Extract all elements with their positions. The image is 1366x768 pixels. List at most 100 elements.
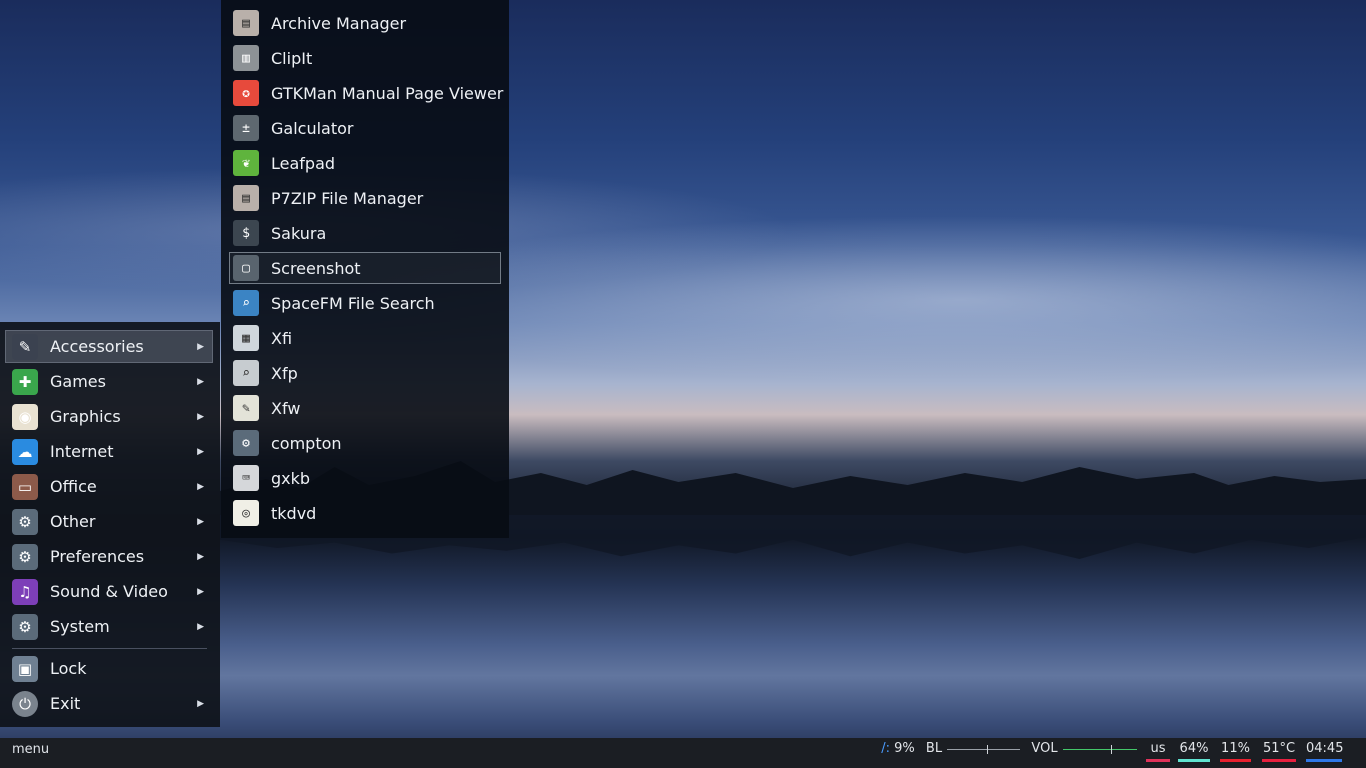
leaf-icon: ❦ [233, 150, 259, 176]
submenu-arrow-icon: ▶ [197, 586, 204, 597]
submenu-item-tkdvd[interactable]: ◎ tkdvd [229, 497, 501, 529]
palette-icon: ◉ [12, 403, 38, 430]
submenu-arrow-icon: ▶ [197, 411, 204, 422]
archive-icon: ▤ [233, 10, 259, 36]
submenu-item-label: Xfp [271, 363, 298, 383]
submenu-item-archive-manager[interactable]: ▤ Archive Manager [229, 7, 501, 39]
submenu-item-gxkb[interactable]: ⌨ gxkb [229, 462, 501, 494]
accessories-submenu: ▤ Archive Manager ▥ ClipIt ✪ GTKMan Manual Pa… [221, 0, 509, 538]
menu-item-internet[interactable]: ☁ Internet ▶ [5, 435, 213, 468]
temperature-underline [1262, 759, 1296, 762]
magnifier-icon: ⌕ [233, 290, 259, 316]
gear-icon: ⚙ [12, 613, 38, 640]
submenu-item-xfp[interactable]: ⌕ Xfp [229, 357, 501, 389]
submenu-arrow-icon: ▶ [197, 516, 204, 527]
power-icon: ⏻ [12, 690, 38, 717]
lock-screen-icon: ▣ [12, 655, 38, 682]
search-folder-icon: ⌕ [233, 360, 259, 386]
menu-item-exit[interactable]: ⏻ Exit ▶ [5, 687, 213, 720]
menu-item-label: System [50, 617, 110, 636]
archive-icon: ▤ [233, 185, 259, 211]
submenu-item-screenshot[interactable]: ▢ Screenshot [229, 252, 501, 284]
battery-indicator[interactable]: 64% [1178, 738, 1210, 768]
volume-slider-knob[interactable] [1111, 745, 1113, 754]
taskbar: menu /: 9% BL VOL us 64% 11% 51°C 04:45 [0, 738, 1366, 768]
music-icon: ♫ [12, 578, 38, 605]
submenu-item-label: Screenshot [271, 258, 361, 278]
submenu-item-label: GTKMan Manual Page Viewer [271, 83, 504, 103]
briefcase-icon: ▭ [12, 473, 38, 500]
submenu-item-leafpad[interactable]: ❦ Leafpad [229, 147, 501, 179]
submenu-item-clipit[interactable]: ▥ ClipIt [229, 42, 501, 74]
accessories-icon: ✎ [12, 333, 38, 360]
menu-item-label: Games [50, 372, 106, 391]
submenu-item-label: SpaceFM File Search [271, 293, 435, 313]
submenu-arrow-icon: ▶ [197, 481, 204, 492]
menu-item-system[interactable]: ⚙ System ▶ [5, 610, 213, 643]
menu-item-lock[interactable]: ▣ Lock [5, 652, 213, 685]
menu-button[interactable]: menu [12, 738, 49, 768]
submenu-item-xfw[interactable]: ✎ Xfw [229, 392, 501, 424]
submenu-item-label: gxkb [271, 468, 311, 488]
menu-item-label: Preferences [50, 547, 145, 566]
submenu-item-spacefm-file-search[interactable]: ⌕ SpaceFM File Search [229, 287, 501, 319]
menu-item-label: Office [50, 477, 97, 496]
gear-icon: ⚙ [12, 508, 38, 535]
keyboard-layout[interactable]: us [1146, 738, 1170, 768]
menu-separator [12, 648, 207, 649]
submenu-item-compton[interactable]: ⚙ compton [229, 427, 501, 459]
submenu-item-sakura[interactable]: $ Sakura [229, 217, 501, 249]
document-edit-icon: ✎ [233, 395, 259, 421]
disk-usage-value: 9% [894, 741, 915, 756]
submenu-item-label: Archive Manager [271, 13, 407, 33]
submenu-item-label: compton [271, 433, 342, 453]
submenu-item-label: Galculator [271, 118, 354, 138]
menu-item-label: Other [50, 512, 96, 531]
lifebuoy-icon: ✪ [233, 80, 259, 106]
temperature-label: 51°C [1262, 741, 1296, 756]
submenu-arrow-icon: ▶ [197, 621, 204, 632]
menu-item-preferences[interactable]: ⚙ Preferences ▶ [5, 540, 213, 573]
battery-underline [1178, 759, 1210, 762]
cpu-label: 11% [1221, 741, 1250, 756]
submenu-arrow-icon: ▶ [197, 698, 204, 709]
keyboard-icon: ⌨ [233, 465, 259, 491]
submenu-item-label: ClipIt [271, 48, 313, 68]
menu-item-office[interactable]: ▭ Office ▶ [5, 470, 213, 503]
backlight-label: BL [925, 741, 943, 756]
backlight-slider-knob[interactable] [987, 745, 989, 754]
cloud-icon: ☁ [12, 438, 38, 465]
menu-item-sound-video[interactable]: ♫ Sound & Video ▶ [5, 575, 213, 608]
terminal-icon: $ [233, 220, 259, 246]
menu-item-label: Accessories [50, 337, 144, 356]
menu-item-graphics[interactable]: ◉ Graphics ▶ [5, 400, 213, 433]
submenu-item-label: tkdvd [271, 503, 317, 523]
disk-path: /: [881, 741, 890, 756]
cpu-underline [1220, 759, 1251, 762]
menu-item-other[interactable]: ⚙ Other ▶ [5, 505, 213, 538]
menu-item-accessories[interactable]: ✎ Accessories ▶ [5, 330, 213, 363]
submenu-item-label: P7ZIP File Manager [271, 188, 424, 208]
submenu-item-galculator[interactable]: ± Galculator [229, 112, 501, 144]
clock[interactable]: 04:45 [1306, 738, 1343, 768]
submenu-item-p7zip-file-manager[interactable]: ▤ P7ZIP File Manager [229, 182, 501, 214]
submenu-arrow-icon: ▶ [197, 376, 204, 387]
submenu-item-xfi[interactable]: ▦ Xfi [229, 322, 501, 354]
submenu-arrow-icon: ▶ [197, 341, 204, 352]
keyboard-layout-label: us [1150, 741, 1166, 756]
submenu-item-gtkman-manual-page-viewer[interactable]: ✪ GTKMan Manual Page Viewer [229, 77, 504, 109]
menu-item-label: Graphics [50, 407, 121, 426]
menu-item-label: Lock [50, 659, 87, 678]
main-menu: ✎ Accessories ▶ ✚ Games ▶ ◉ Graphics ▶ ☁ Internet ▶… [0, 322, 220, 727]
submenu-item-label: Sakura [271, 223, 327, 243]
disk-usage[interactable]: /: 9% [878, 738, 918, 768]
submenu-arrow-icon: ▶ [197, 446, 204, 457]
menu-item-games[interactable]: ✚ Games ▶ [5, 365, 213, 398]
temperature-indicator[interactable]: 51°C [1262, 738, 1296, 768]
volume-slider[interactable] [1063, 745, 1137, 754]
clock-underline [1306, 759, 1342, 762]
cpu-indicator[interactable]: 11% [1220, 738, 1251, 768]
submenu-arrow-icon: ▶ [197, 551, 204, 562]
gamepad-icon: ✚ [12, 368, 38, 395]
backlight-slider[interactable] [947, 745, 1020, 754]
